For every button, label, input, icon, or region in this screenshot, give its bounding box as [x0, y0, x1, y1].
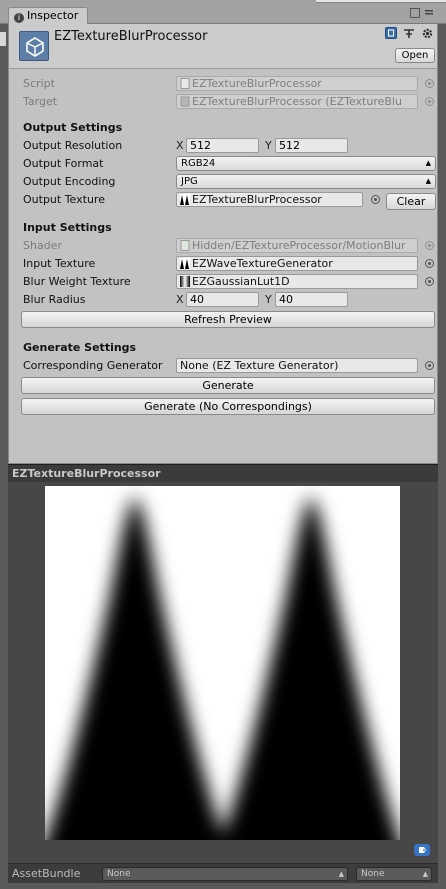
generator-label: Corresponding Generator	[23, 359, 163, 372]
dropdown-arrow-icon: ▲	[425, 177, 431, 185]
output-texture-value: EZTextureBlurProcessor	[192, 193, 322, 206]
script-field: EZTextureBlurProcessor	[176, 76, 418, 91]
open-button[interactable]: Open	[395, 48, 435, 63]
shader-picker-icon	[425, 241, 434, 250]
blur-radius-label: Blur Radius	[23, 293, 86, 306]
generator-field[interactable]: None (EZ Texture Generator)	[176, 358, 418, 373]
script-file-icon	[180, 78, 190, 89]
input-texture-picker-icon[interactable]	[425, 259, 434, 268]
unity-cube-icon	[19, 31, 49, 61]
asset-bundle-variant-value: None	[361, 869, 385, 879]
shader-field: Hidden/EZTextureProcessor/MotionBlur	[176, 238, 418, 253]
dropdown-arrow-icon: ▲	[338, 870, 344, 878]
shader-label: Shader	[23, 239, 62, 252]
output-resolution-label: Output Resolution	[23, 139, 123, 152]
maximize-icon[interactable]	[410, 8, 420, 18]
texture-thumb-icon	[180, 194, 190, 205]
blur-radius-y-field[interactable]: 40	[275, 292, 348, 307]
header-icons	[383, 27, 435, 41]
blur-radius-x-field[interactable]: 40	[186, 292, 259, 307]
output-texture-field[interactable]: EZTextureBlurProcessor	[176, 192, 363, 207]
asset-bundle-bar: AssetBundle None ▲ None ▲	[8, 863, 438, 883]
preview-header[interactable]: EZTextureBlurProcessor	[8, 464, 438, 482]
window-buttons	[410, 6, 438, 20]
asset-bundle-name-dropdown[interactable]: None ▲	[102, 867, 348, 881]
target-object-icon	[180, 96, 190, 107]
output-format-label: Output Format	[23, 157, 104, 170]
output-encoding-label: Output Encoding	[23, 175, 116, 188]
resolution-x-label: X	[176, 139, 184, 152]
asset-bundle-variant-dropdown[interactable]: None ▲	[356, 867, 432, 881]
blur-weight-label: Blur Weight Texture	[23, 275, 131, 288]
input-settings-heading: Input Settings	[23, 221, 112, 234]
target-value: EZTextureBlurProcessor (EZTextureBlu	[192, 95, 402, 108]
output-encoding-dropdown[interactable]: JPG ▲	[176, 174, 436, 189]
tab-inspector[interactable]: i Inspector	[8, 7, 88, 25]
blur-weight-field[interactable]: EZGaussianLut1D	[176, 274, 418, 289]
help-book-icon[interactable]	[385, 27, 397, 39]
asset-bundle-label: AssetBundle	[12, 867, 81, 880]
refresh-preview-button[interactable]: Refresh Preview	[21, 311, 435, 328]
preview-area	[8, 482, 438, 863]
output-encoding-value: JPG	[181, 176, 198, 187]
asset-label-icon[interactable]	[414, 844, 430, 856]
tab-bar: i Inspector	[0, 0, 446, 25]
script-picker-icon	[425, 79, 434, 88]
gear-icon[interactable]	[421, 27, 434, 40]
object-title: EZTextureBlurProcessor	[54, 29, 208, 44]
blur-radius-y-label: Y	[265, 293, 272, 306]
resolution-y-label: Y	[265, 139, 272, 152]
output-settings-heading: Output Settings	[23, 121, 123, 134]
input-texture-label: Input Texture	[23, 257, 96, 270]
output-texture-label: Output Texture	[23, 193, 105, 206]
blur-weight-value: EZGaussianLut1D	[192, 275, 290, 288]
generator-picker-icon[interactable]	[425, 361, 434, 370]
layout-icon[interactable]	[403, 27, 415, 39]
generate-settings-heading: Generate Settings	[23, 341, 137, 354]
window-left-edge	[0, 24, 8, 889]
clear-button[interactable]: Clear	[386, 193, 436, 210]
script-label: Script	[23, 77, 55, 90]
window-menu-icon[interactable]	[424, 8, 434, 18]
gradient-thumb-icon	[180, 276, 190, 287]
scrollbar-strip	[316, 0, 446, 3]
tab-label: Inspector	[27, 9, 79, 22]
blur-radius-x-label: X	[176, 293, 184, 306]
output-format-value: RGB24	[181, 158, 216, 169]
dropdown-arrow-icon: ▲	[425, 159, 431, 167]
input-texture-value: EZWaveTextureGenerator	[192, 257, 333, 270]
input-texture-field[interactable]: EZWaveTextureGenerator	[176, 256, 418, 271]
blur-weight-picker-icon[interactable]	[425, 277, 434, 286]
shader-icon	[180, 240, 190, 251]
script-value: EZTextureBlurProcessor	[192, 77, 322, 90]
texture-preview-image	[45, 486, 400, 840]
inspector-header: EZTextureBlurProcessor Open	[8, 24, 438, 68]
generate-no-correspondings-button[interactable]: Generate (No Correspondings)	[21, 398, 435, 415]
target-field: EZTextureBlurProcessor (EZTextureBlu	[176, 94, 418, 109]
output-texture-picker-icon[interactable]	[371, 195, 380, 204]
asset-bundle-name-value: None	[107, 869, 131, 879]
dropdown-arrow-icon: ▲	[422, 870, 428, 878]
target-picker-icon	[425, 97, 434, 106]
info-icon: i	[14, 13, 24, 23]
resolution-y-field[interactable]: 512	[275, 138, 348, 153]
shader-value: Hidden/EZTextureProcessor/MotionBlur	[192, 239, 406, 252]
output-format-dropdown[interactable]: RGB24 ▲	[176, 156, 436, 171]
texture-thumb-icon	[180, 258, 190, 269]
inspector-body: Script EZTextureBlurProcessor Target EZT…	[8, 68, 438, 464]
resolution-x-field[interactable]: 512	[186, 138, 259, 153]
target-label: Target	[23, 95, 58, 108]
generate-button[interactable]: Generate	[21, 377, 435, 394]
preview-title: EZTextureBlurProcessor	[12, 467, 161, 480]
